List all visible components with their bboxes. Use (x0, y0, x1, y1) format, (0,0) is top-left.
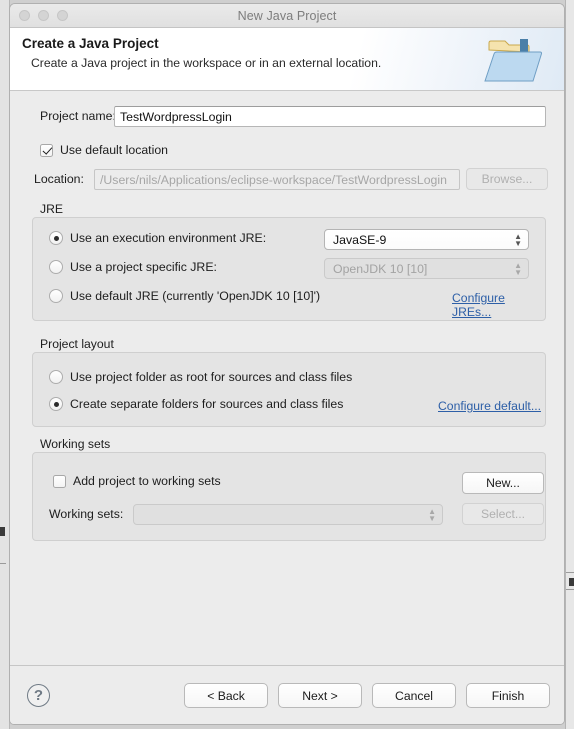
jre-execution-environment-radio[interactable] (49, 231, 63, 245)
location-input[interactable]: /Users/nils/Applications/eclipse-workspa… (94, 169, 460, 190)
jre-execution-environment-label: Use an execution environment JRE: (70, 231, 267, 245)
working-sets-new-button[interactable]: New... (462, 472, 544, 494)
background-window-divider-left (0, 563, 6, 564)
finish-button[interactable]: Finish (466, 683, 550, 708)
background-window-divider-top-right (566, 572, 574, 573)
jre-project-specific-combo[interactable]: OpenJDK 10 [10] ▲ ▼ (324, 258, 529, 279)
layout-project-folder-root-label: Use project folder as root for sources a… (70, 370, 353, 384)
zoom-button[interactable] (57, 10, 68, 21)
add-to-working-sets-checkbox[interactable] (53, 474, 66, 488)
background-window-artifact-left (0, 527, 5, 536)
project-layout-group-title: Project layout (40, 337, 114, 351)
jre-option-project-specific[interactable]: Use a project specific JRE: (49, 260, 217, 274)
background-window-divider-bottom-right (566, 589, 574, 590)
working-sets-label: Working sets: (49, 507, 124, 521)
back-button[interactable]: < Back (184, 683, 268, 708)
layout-separate-folders-radio[interactable] (49, 397, 63, 411)
use-default-location-row[interactable]: Use default location (40, 143, 168, 157)
use-default-location-label: Use default location (60, 143, 169, 157)
working-sets-group-title: Working sets (40, 437, 111, 451)
window-title: New Java Project (237, 8, 337, 23)
layout-option-separate-folders[interactable]: Create separate folders for sources and … (49, 397, 343, 411)
background-window-artifact-right (569, 578, 574, 586)
working-sets-group: Add project to working sets New... Worki… (32, 452, 546, 541)
background-window-right-edge (565, 0, 574, 729)
jre-option-default[interactable]: Use default JRE (currently 'OpenJDK 10 [… (49, 289, 320, 303)
working-sets-select-button[interactable]: Select... (462, 503, 544, 525)
chevron-up-down-icon: ▲ ▼ (428, 506, 436, 523)
layout-separate-folders-label: Create separate folders for sources and … (70, 397, 344, 411)
jre-project-specific-label: Use a project specific JRE: (70, 260, 217, 274)
add-to-working-sets-row[interactable]: Add project to working sets (53, 474, 221, 488)
java-project-folder-icon (481, 34, 551, 88)
jre-execution-environment-combo-value: JavaSE-9 (333, 232, 387, 247)
browse-button[interactable]: Browse... (466, 168, 548, 190)
project-name-label: Project name: (40, 109, 116, 123)
cancel-button[interactable]: Cancel (372, 683, 456, 708)
next-button[interactable]: Next > (278, 683, 362, 708)
window-controls (19, 10, 68, 21)
jre-project-specific-combo-value: OpenJDK 10 [10] (333, 261, 428, 276)
wizard-banner: Create a Java Project Create a Java proj… (10, 28, 564, 91)
jre-execution-environment-combo[interactable]: JavaSE-9 ▲ ▼ (324, 229, 529, 250)
use-default-location-checkbox[interactable] (40, 143, 53, 157)
new-java-project-dialog: New Java Project Create a Java Project C… (9, 3, 565, 725)
project-layout-group: Use project folder as root for sources a… (32, 352, 546, 427)
dialog-titlebar[interactable]: New Java Project (10, 4, 564, 28)
dialog-content: Project name: TestWordpressLogin Use def… (10, 91, 564, 687)
jre-group-title: JRE (40, 202, 64, 216)
chevron-up-down-icon: ▲ ▼ (514, 231, 522, 248)
jre-project-specific-radio[interactable] (49, 260, 63, 274)
jre-option-execution-environment[interactable]: Use an execution environment JRE: (49, 231, 266, 245)
jre-group: Use an execution environment JRE: JavaSE… (32, 217, 546, 321)
location-label: Location: (34, 172, 84, 186)
footer-buttons: < Back Next > Cancel Finish (184, 683, 550, 708)
configure-default-link[interactable]: Configure default... (438, 399, 541, 413)
minimize-button[interactable] (38, 10, 49, 21)
help-icon[interactable]: ? (27, 684, 50, 707)
add-to-working-sets-label: Add project to working sets (73, 474, 221, 488)
dialog-footer: ? < Back Next > Cancel Finish (10, 665, 564, 724)
jre-default-radio[interactable] (49, 289, 63, 303)
layout-option-project-folder-root[interactable]: Use project folder as root for sources a… (49, 370, 352, 384)
chevron-up-down-icon: ▲ ▼ (514, 260, 522, 277)
close-button[interactable] (19, 10, 30, 21)
working-sets-combo[interactable]: ▲ ▼ (133, 504, 443, 525)
configure-jres-link[interactable]: Configure JREs... (452, 291, 545, 319)
layout-project-folder-root-radio[interactable] (49, 370, 63, 384)
project-name-input[interactable]: TestWordpressLogin (114, 106, 546, 127)
jre-default-label: Use default JRE (currently 'OpenJDK 10 [… (70, 289, 321, 303)
